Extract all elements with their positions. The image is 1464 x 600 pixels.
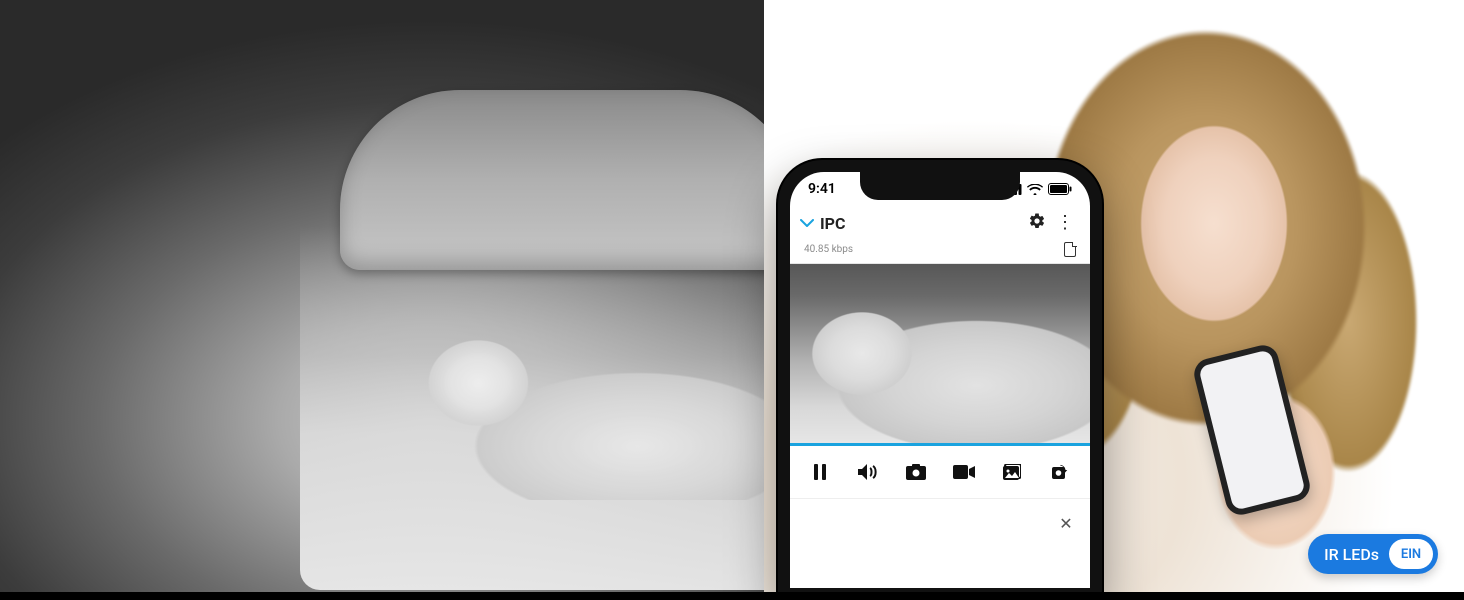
phone-notch xyxy=(860,172,1020,200)
crib-illustration xyxy=(300,70,820,590)
wifi-icon xyxy=(1027,184,1043,195)
snapshot-button[interactable] xyxy=(901,460,931,484)
rotate-camera-button[interactable] xyxy=(1045,460,1075,484)
chevron-down-icon[interactable] xyxy=(800,214,814,233)
bottom-edge xyxy=(0,592,1464,600)
phone-frame: 9:41 IPC xyxy=(778,160,1102,600)
stream-info-bar: 40.85 kbps xyxy=(790,240,1090,263)
background-crib-scene xyxy=(0,0,780,600)
hand-phone-illustration xyxy=(1174,340,1344,560)
camera-title[interactable]: IPC xyxy=(820,214,1020,233)
video-toolbar xyxy=(790,446,1090,499)
battery-icon xyxy=(1048,183,1072,195)
record-button[interactable] xyxy=(949,460,979,484)
bitrate-label: 40.85 kbps xyxy=(804,244,853,255)
product-marketing-scene: 9:41 IPC xyxy=(0,0,1464,600)
pause-button[interactable] xyxy=(805,460,835,484)
gallery-button[interactable] xyxy=(997,460,1027,484)
audio-button[interactable] xyxy=(853,460,883,484)
settings-button[interactable] xyxy=(1026,212,1048,234)
close-panel-button[interactable]: ✕ xyxy=(1056,513,1076,533)
app-header: IPC ⋮ xyxy=(790,206,1090,240)
phone-screen: 9:41 IPC xyxy=(790,172,1090,588)
ir-leds-label: IR LEDs xyxy=(1324,545,1379,564)
status-time: 9:41 xyxy=(808,181,836,197)
sd-card-icon[interactable] xyxy=(1064,242,1076,257)
ir-leds-state: EIN xyxy=(1389,539,1433,569)
baby-illustration xyxy=(410,320,790,500)
bottom-panel: ✕ xyxy=(790,499,1090,588)
live-video-feed[interactable] xyxy=(790,263,1090,443)
ir-leds-toggle[interactable]: IR LEDs EIN xyxy=(1308,534,1438,574)
face xyxy=(1124,120,1304,350)
more-menu-button[interactable]: ⋮ xyxy=(1054,214,1076,232)
